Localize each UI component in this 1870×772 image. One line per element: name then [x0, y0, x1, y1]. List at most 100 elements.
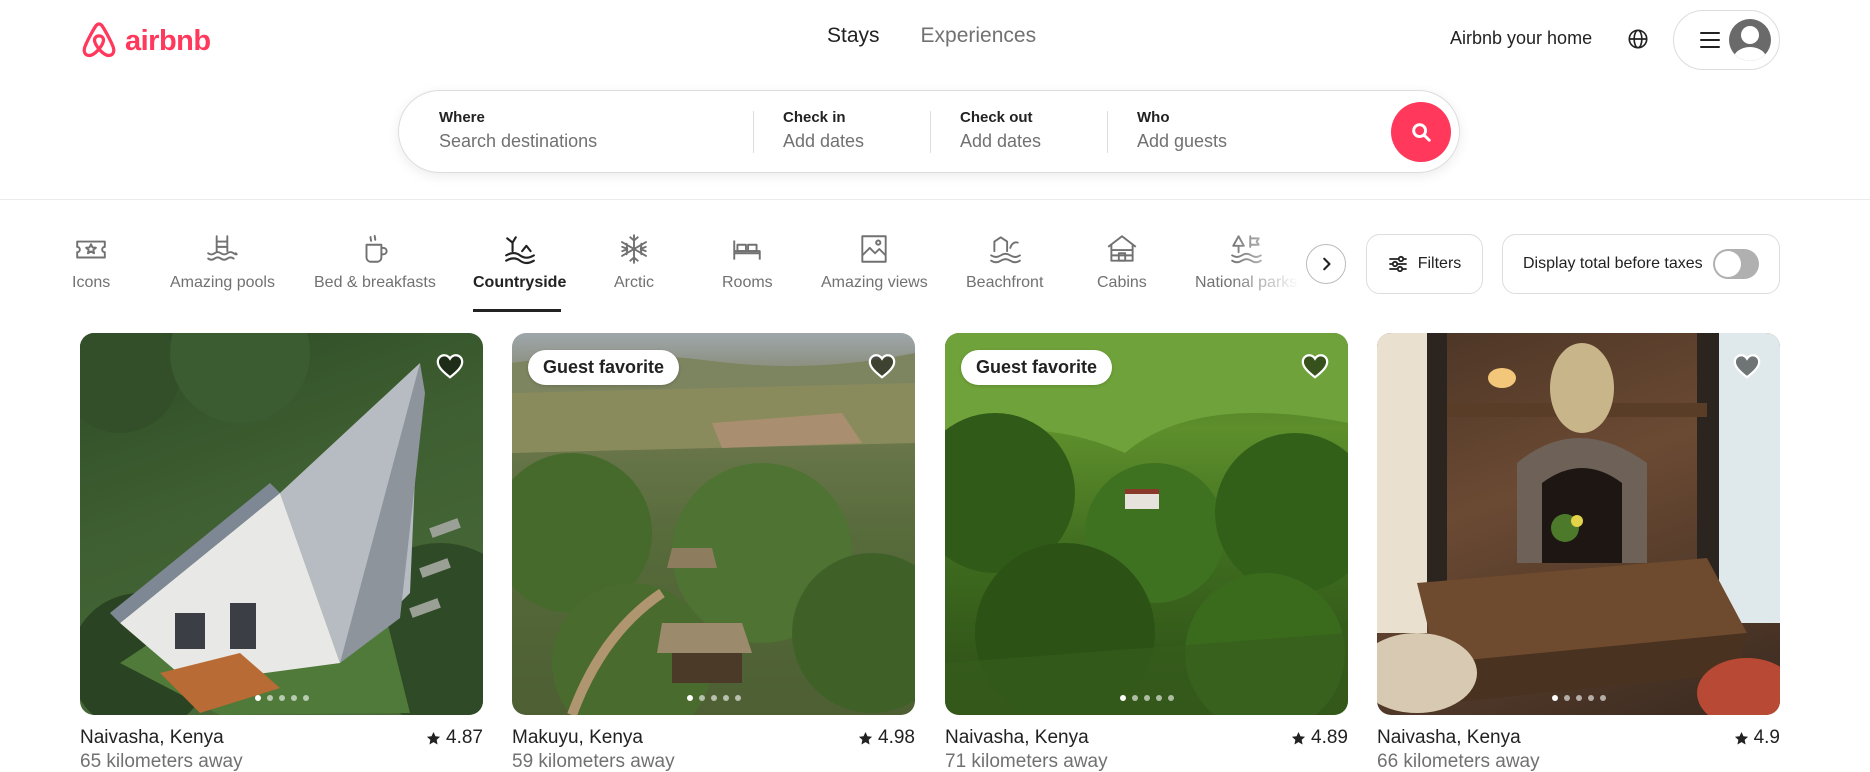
countryside-icon	[504, 236, 535, 265]
favorite-heart-icon[interactable]	[867, 351, 897, 381]
brand-name: airbnb	[125, 24, 211, 57]
category-label: Arctic	[614, 274, 654, 291]
category-cabins[interactable]: Cabins	[1097, 232, 1147, 292]
guest-favorite-badge: Guest favorite	[961, 350, 1113, 385]
listing-location: Naivasha, Kenya	[945, 727, 1089, 748]
check-in-label: Check in	[783, 109, 846, 126]
beach-icon	[989, 236, 1021, 264]
listing-rating: 4.9	[1734, 727, 1780, 749]
taxes-toggle-label: Display total before taxes	[1523, 255, 1703, 272]
listing-photo-art	[1377, 333, 1780, 715]
category-label: Icons	[72, 274, 111, 291]
favorite-heart-icon[interactable]	[435, 351, 465, 381]
snowflake-icon	[621, 234, 647, 264]
user-avatar-icon	[1729, 19, 1771, 61]
listing-photo[interactable]	[1377, 333, 1780, 715]
filters-label: Filters	[1417, 255, 1462, 272]
view-icon	[861, 235, 887, 263]
favorite-heart-icon[interactable]	[1300, 351, 1330, 381]
category-label: Amazing pools	[170, 274, 275, 291]
photo-pagination-dots	[1551, 695, 1606, 701]
category-next-button[interactable]	[1306, 244, 1346, 284]
chevron-right-icon	[1323, 257, 1331, 271]
photo-pagination-dots	[1119, 695, 1174, 701]
listing-card[interactable]: Naivasha, Kenya 4.9 66 kilometers away	[1377, 333, 1780, 772]
star-icon	[426, 731, 441, 744]
mode-tabs: Stays Experiences	[827, 24, 1036, 48]
where-input[interactable]: Search destinations	[439, 131, 739, 152]
airbnb-logo-icon	[82, 22, 116, 58]
bed-icon	[733, 240, 762, 260]
listing-card[interactable]: Guest favorite Makuyu, Kenya 4.98 59 kil…	[512, 333, 915, 772]
category-arctic[interactable]: Arctic	[614, 232, 654, 292]
category-amazing-views[interactable]: Amazing views	[821, 232, 928, 292]
listing-photo[interactable]: Guest favorite	[512, 333, 915, 715]
category-label: Cabins	[1097, 274, 1147, 291]
photo-pagination-dots	[686, 695, 741, 701]
guest-favorite-badge: Guest favorite	[528, 350, 680, 385]
user-menu-button[interactable]	[1673, 10, 1780, 70]
favorite-heart-icon[interactable]	[1732, 351, 1762, 381]
listing-photo-art	[945, 333, 1348, 715]
category-label: Amazing views	[821, 274, 928, 291]
category-label: Bed & breakfasts	[314, 274, 436, 291]
listing-photo[interactable]	[80, 333, 483, 715]
hamburger-menu-icon	[1700, 32, 1720, 48]
check-out-label: Check out	[960, 109, 1033, 126]
category-label: Countryside	[473, 274, 567, 291]
airbnb-your-home-link[interactable]: Airbnb your home	[1450, 28, 1592, 49]
listing-photo-art	[512, 353, 915, 715]
header: airbnb Stays Experiences Airbnb your hom…	[0, 0, 1870, 200]
globe-icon[interactable]	[1627, 28, 1649, 50]
listing-location: Naivasha, Kenya	[80, 727, 224, 748]
airbnb-logo[interactable]: airbnb	[79, 20, 211, 62]
tab-stays[interactable]: Stays	[827, 24, 880, 48]
category-label: Beachfront	[966, 274, 1044, 291]
star-icon	[1291, 731, 1306, 744]
where-label: Where	[439, 109, 485, 126]
category-icons[interactable]: Icons	[72, 232, 110, 292]
check-out-field[interactable]: Check out Add dates	[960, 109, 1041, 152]
who-label: Who	[1137, 109, 1170, 126]
taxes-toggle-switch[interactable]	[1713, 249, 1759, 279]
listing-photo[interactable]: Guest favorite	[945, 333, 1348, 715]
listing-card[interactable]: Naivasha, Kenya 4.87 65 kilometers away	[80, 333, 483, 772]
listing-distance: 65 kilometers away	[80, 751, 243, 772]
rating-value: 4.98	[878, 727, 915, 748]
category-bed-breakfasts[interactable]: Bed & breakfasts	[314, 232, 436, 292]
star-icon	[858, 731, 873, 744]
search-button[interactable]	[1391, 102, 1451, 162]
check-in-field[interactable]: Check in Add dates	[783, 109, 864, 152]
pool-icon	[207, 235, 239, 261]
tab-experiences[interactable]: Experiences	[921, 24, 1037, 48]
category-countryside[interactable]: Countryside	[473, 232, 566, 292]
where-field[interactable]: Where Search destinations	[439, 109, 739, 152]
search-divider	[1107, 111, 1108, 153]
star-icon	[1734, 731, 1748, 744]
category-fade	[1230, 232, 1300, 302]
active-category-indicator	[473, 309, 561, 312]
filters-icon	[1388, 255, 1407, 273]
ticket-icon	[76, 240, 106, 259]
check-out-value: Add dates	[960, 131, 1042, 151]
search-divider	[753, 111, 754, 153]
listing-photo-art	[80, 333, 483, 715]
who-value: Add guests	[1137, 131, 1228, 151]
listing-location: Naivasha, Kenya	[1377, 727, 1521, 748]
coffee-icon	[365, 234, 388, 263]
filters-button[interactable]: Filters	[1366, 234, 1483, 294]
category-rooms[interactable]: Rooms	[722, 232, 773, 292]
search-divider	[930, 111, 931, 153]
who-field[interactable]: Who Add guests	[1137, 109, 1227, 152]
rating-value: 4.9	[1753, 727, 1780, 748]
listing-rating: 4.98	[858, 727, 915, 749]
listing-location: Makuyu, Kenya	[512, 727, 643, 748]
check-in-value: Add dates	[783, 131, 865, 151]
cabin-icon	[1107, 235, 1137, 262]
category-beachfront[interactable]: Beachfront	[966, 232, 1043, 292]
category-amazing-pools[interactable]: Amazing pools	[170, 232, 275, 292]
rating-value: 4.87	[446, 727, 483, 748]
listing-card[interactable]: Guest favorite Naivasha, Kenya 4.89 71 k…	[945, 333, 1348, 772]
display-total-toggle-box: Display total before taxes	[1502, 234, 1780, 294]
listing-distance: 59 kilometers away	[512, 751, 675, 772]
